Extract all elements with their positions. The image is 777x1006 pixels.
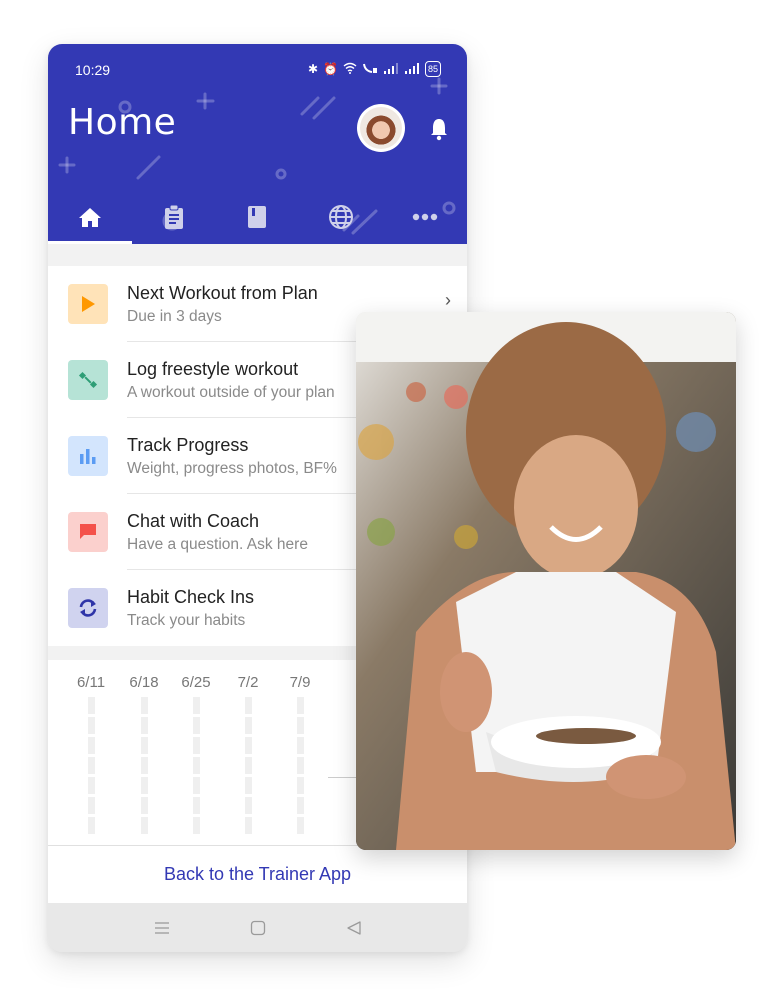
alarm-icon: ⏰: [323, 62, 338, 76]
next-workout-icon-tile: [68, 284, 108, 324]
notifications-button[interactable]: [428, 117, 450, 146]
item-title: Chat with Coach: [127, 511, 260, 531]
chart-date-label: 7/9: [289, 674, 311, 691]
lifestyle-photo: [356, 312, 736, 850]
clipboard-icon: [164, 204, 183, 229]
wifi-icon: [343, 62, 357, 77]
track-progress-icon-tile: [68, 436, 108, 476]
section-spacer: [48, 244, 467, 266]
home-icon: [78, 207, 101, 227]
bar-chart-icon: [80, 449, 96, 464]
chevron-right-icon: ›: [445, 290, 451, 310]
chart-column: 6/11: [71, 674, 111, 837]
tab-book[interactable]: [216, 189, 300, 244]
woman-eating-bowl-illustration: [356, 312, 736, 850]
chart-date-label: 6/18: [129, 674, 159, 691]
book-icon: [248, 205, 267, 228]
chat-icon: [80, 524, 96, 539]
item-title: Log freestyle workout: [127, 359, 299, 379]
more-icon: [412, 213, 438, 220]
chart-column: 6/18: [124, 674, 164, 837]
chart-bar-track: [192, 697, 200, 834]
chart-column: 7/9: [280, 674, 320, 837]
item-title: Habit Check Ins: [127, 587, 255, 607]
avatar-photo: [360, 107, 402, 149]
chart-column: 7/2: [228, 674, 268, 837]
page-title: Home: [68, 102, 177, 143]
chart-column: 6/25: [176, 674, 216, 837]
system-navbar: [48, 903, 467, 952]
status-time: 10:29: [75, 62, 111, 78]
home-square-icon[interactable]: [250, 920, 266, 936]
back-to-trainer-button[interactable]: Back to the Trainer App: [48, 845, 467, 903]
item-subtitle: A workout outside of your plan: [127, 384, 335, 401]
menu-icon[interactable]: [154, 921, 170, 935]
tab-bar: [48, 189, 467, 244]
chat-icon-tile: [68, 512, 108, 552]
chart-bar-track: [296, 697, 304, 834]
chart-date-label: 6/11: [76, 674, 106, 691]
tab-home[interactable]: [48, 189, 132, 244]
app-header: 10:29 ✱ ⏰ 85 Home: [48, 44, 467, 244]
wifi-call-icon: [362, 62, 378, 77]
signal-icon: [383, 62, 399, 77]
globe-icon: [329, 204, 354, 229]
dumbbell-icon: [78, 371, 98, 389]
sync-icon: [79, 599, 97, 617]
avatar[interactable]: [357, 104, 405, 152]
signal-icon: [404, 62, 420, 77]
play-icon: [82, 296, 95, 312]
status-icons: ✱ ⏰ 85: [308, 61, 441, 77]
bell-icon: [431, 119, 447, 141]
chart-bar-track: [140, 697, 148, 834]
chart-date-label: 6/25: [181, 674, 211, 691]
item-subtitle: Due in 3 days: [127, 308, 222, 325]
item-subtitle: Weight, progress photos, BF%: [127, 460, 337, 477]
item-subtitle: Track your habits: [127, 612, 246, 629]
chart-bar-track: [244, 697, 252, 834]
item-title: Next Workout from Plan: [127, 283, 318, 303]
chart-date-label: 7/2: [237, 674, 259, 691]
battery-indicator: 85: [424, 61, 441, 77]
tab-more[interactable]: [383, 189, 467, 244]
bluetooth-icon: ✱: [307, 62, 319, 76]
habit-icon-tile: [68, 588, 108, 628]
back-triangle-icon[interactable]: [346, 920, 362, 936]
tab-clipboard[interactable]: [132, 189, 216, 244]
item-subtitle: Have a question. Ask here: [127, 536, 308, 553]
back-to-trainer-label: Back to the Trainer App: [163, 864, 352, 884]
item-title: Track Progress: [127, 435, 249, 455]
tab-globe[interactable]: [299, 189, 383, 244]
chart-bar-track: [87, 697, 95, 834]
freestyle-icon-tile: [68, 360, 108, 400]
